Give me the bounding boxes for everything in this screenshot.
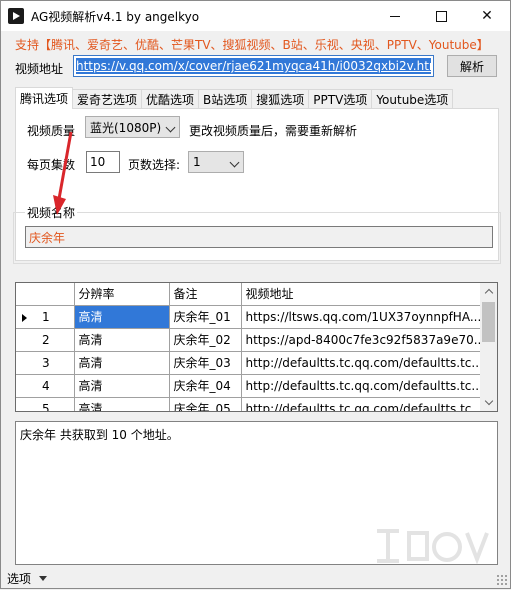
tab-youku[interactable]: 优酷选项 <box>141 89 200 109</box>
maximize-button[interactable] <box>418 1 464 31</box>
row-header[interactable]: 2 <box>16 328 75 352</box>
table-row[interactable]: 2 高清 庆余年_02 https://apd-8400c7fe3c92f583… <box>16 328 492 352</box>
row-header[interactable]: 5 <box>16 397 75 412</box>
parse-button[interactable]: 解析 <box>447 55 497 77</box>
tab-youtube[interactable]: Youtube选项 <box>371 89 454 109</box>
app-window: AG视频解析v4.1 by angelkyo ✕ 支持【腾讯、爱奇艺、优酷、芒果… <box>0 0 511 589</box>
chevron-up-icon <box>484 288 493 298</box>
options-tabs: 腾讯选项 爱奇艺选项 优酷选项 B站选项 搜狐选项 PPTV选项 Youtube… <box>15 87 454 109</box>
table-row[interactable]: 4 高清 庆余年_04 http://defaultts.tc.qq.com/d… <box>16 374 492 398</box>
table-row[interactable]: 1 高清 庆余年_01 https://ltsws.qq.com/1UX37oy… <box>16 305 492 329</box>
minimize-button[interactable] <box>372 1 418 31</box>
supported-sites-text: 支持【腾讯、爱奇艺、优酷、芒果TV、搜狐视频、B站、乐视、央视、PPTV、You… <box>15 38 489 52</box>
resize-grip-icon[interactable] <box>496 574 508 586</box>
options-menu-button[interactable]: 选项 <box>7 570 48 587</box>
chevron-down-icon <box>165 122 176 133</box>
log-text: 庆余年 共获取到 10 个地址。 <box>20 428 179 442</box>
per-page-value: 10 <box>90 155 106 169</box>
cell-resolution[interactable]: 高清 <box>74 351 170 375</box>
url-label: 视频地址 <box>15 62 64 76</box>
video-list-grid[interactable]: 分辨率 备注 视频地址 1 高清 庆余年_01 https://ltsws.qq… <box>15 282 498 412</box>
current-row-icon <box>22 313 27 322</box>
title-bar[interactable]: AG视频解析v4.1 by angelkyo ✕ <box>1 1 510 31</box>
minimize-icon <box>390 15 400 17</box>
options-menu-label: 选项 <box>7 572 32 586</box>
watermark-logo-icon <box>377 529 489 565</box>
row-header[interactable]: 4 <box>16 374 75 398</box>
page-select[interactable]: 1 <box>188 151 244 173</box>
column-header-note[interactable]: 备注 <box>169 283 242 306</box>
close-icon: ✕ <box>481 8 493 24</box>
page-select-label: 页数选择: <box>128 158 181 172</box>
column-header-resolution[interactable]: 分辨率 <box>74 283 170 306</box>
row-index: 3 <box>42 355 50 370</box>
scroll-up-button[interactable] <box>480 283 497 300</box>
cell-url[interactable]: https://apd-8400c7fe3c92f5837a9e70... <box>241 328 492 352</box>
cell-note[interactable]: 庆余年_05 <box>169 397 242 411</box>
cell-resolution[interactable]: 高清 <box>74 397 170 411</box>
tab-sohu[interactable]: 搜狐选项 <box>251 89 310 109</box>
cell-resolution[interactable]: 高清 <box>74 328 170 352</box>
per-page-input[interactable]: 10 <box>86 151 120 173</box>
cell-url[interactable]: http://defaultts.tc.qq.com/defaultts.tc.… <box>241 351 492 375</box>
tab-pptv[interactable]: PPTV选项 <box>308 89 373 109</box>
cell-url[interactable]: https://ltsws.qq.com/1UX37oynnpfHA... <box>241 305 492 329</box>
table-row[interactable]: 3 高清 庆余年_03 http://defaultts.tc.qq.com/d… <box>16 351 492 375</box>
per-page-label: 每页集数 <box>27 158 76 172</box>
cell-note[interactable]: 庆余年_03 <box>169 351 242 375</box>
chevron-down-icon <box>484 396 493 406</box>
maximize-icon <box>435 10 447 22</box>
tab-tencent[interactable]: 腾讯选项 <box>15 87 74 109</box>
row-index: 1 <box>42 309 50 324</box>
row-index: 5 <box>42 401 50 412</box>
grid-vertical-scrollbar[interactable] <box>480 283 497 411</box>
tab-iqiyi[interactable]: 爱奇艺选项 <box>72 89 143 109</box>
table-row[interactable]: 5 高清 庆余年_05 http://defaultts.tc.qq.com/d… <box>16 397 492 412</box>
url-input[interactable]: https://v.qq.com/x/cover/rjae621myqca41h… <box>73 55 434 77</box>
app-icon <box>8 8 24 24</box>
quality-label: 视频质量 <box>27 124 76 138</box>
row-index: 4 <box>42 378 50 393</box>
cell-note[interactable]: 庆余年_01 <box>169 305 242 329</box>
window-title: AG视频解析v4.1 by angelkyo <box>31 10 200 24</box>
cell-url[interactable]: http://defaultts.tc.qq.com/defaultts.tc.… <box>241 397 492 411</box>
row-header[interactable]: 1 <box>16 305 75 329</box>
quality-hint: 更改视频质量后，需要重新解析 <box>189 124 358 138</box>
column-header-url[interactable]: 视频地址 <box>241 283 492 306</box>
scroll-down-button[interactable] <box>480 394 497 411</box>
status-bar: 选项 <box>1 567 510 588</box>
column-header-row-index <box>16 283 75 306</box>
video-name-field[interactable]: 庆余年 <box>25 226 493 248</box>
tab-bilibili[interactable]: B站选项 <box>198 89 253 109</box>
cell-url[interactable]: http://defaultts.tc.qq.com/defaultts.tc.… <box>241 374 492 398</box>
cell-resolution[interactable]: 高清 <box>74 374 170 398</box>
grid-header-row: 分辨率 备注 视频地址 <box>16 283 492 306</box>
video-name-legend: 视频名称 <box>25 204 78 221</box>
video-name-value: 庆余年 <box>29 230 66 245</box>
chevron-down-icon <box>229 157 240 168</box>
caret-down-icon <box>39 576 48 581</box>
scroll-thumb[interactable] <box>482 302 495 342</box>
cell-note[interactable]: 庆余年_02 <box>169 328 242 352</box>
cell-resolution[interactable]: 高清 <box>74 305 170 329</box>
page-select-value: 1 <box>193 155 201 169</box>
url-input-value: https://v.qq.com/x/cover/rjae621myqca41h… <box>76 58 431 74</box>
quality-select-value: 蓝光(1080P) <box>90 120 162 135</box>
cell-note[interactable]: 庆余年_04 <box>169 374 242 398</box>
row-header[interactable]: 3 <box>16 351 75 375</box>
close-button[interactable]: ✕ <box>464 1 510 31</box>
quality-select[interactable]: 蓝光(1080P) <box>85 116 180 138</box>
row-index: 2 <box>42 332 50 347</box>
